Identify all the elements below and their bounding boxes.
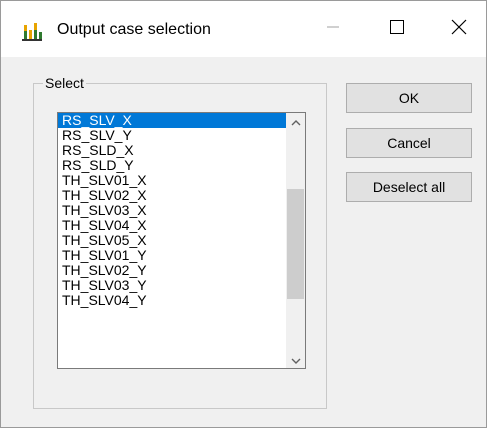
minimize-icon [327,20,339,38]
title-bar[interactable]: Output case selection [1,1,486,57]
list-item[interactable]: RS_SLV_X [58,113,287,128]
list-item[interactable]: RS_SLV_Y [58,128,287,143]
window-title: Output case selection [57,21,211,38]
output-case-listbox[interactable]: RS_SLV_X RS_SLV_Y RS_SLD_X RS_SLD_Y TH_SLV01… [57,112,306,369]
list-item[interactable]: RS_SLD_X [58,143,287,158]
list-item[interactable]: TH_SLV05_X [58,233,287,248]
list-items: RS_SLV_X RS_SLV_Y RS_SLD_X RS_SLD_Y TH_SLV01… [58,113,287,368]
close-button[interactable] [431,1,487,57]
list-item[interactable]: TH_SLV01_Y [58,248,287,263]
list-item[interactable]: TH_SLV02_X [58,188,287,203]
maximize-icon [390,19,404,39]
chevron-down-icon [291,351,301,369]
scroll-down-button[interactable] [286,351,305,368]
minimize-button[interactable] [305,1,361,57]
deselect-all-button[interactable]: Deselect all [346,172,472,202]
dialog-client-area: Select RS_SLV_X RS_SLV_Y RS_SLD_X RS_SLD_Y T… [1,57,486,427]
ok-button[interactable]: OK [346,83,472,113]
scrollbar-thumb[interactable] [287,189,304,299]
scroll-up-button[interactable] [286,113,305,130]
list-item[interactable]: TH_SLV04_Y [58,293,287,308]
list-item[interactable]: TH_SLV03_Y [58,278,287,293]
select-group-label: Select [43,75,86,91]
bar-chart-icon [21,21,43,41]
list-item[interactable]: TH_SLV04_X [58,218,287,233]
dialog-window: Output case selection Select RS_SLV_X RS_… [0,0,487,428]
close-icon [451,19,467,40]
chevron-up-icon [291,113,301,131]
list-item[interactable]: TH_SLV03_X [58,203,287,218]
vertical-scrollbar[interactable] [286,113,305,368]
list-item[interactable]: TH_SLV01_X [58,173,287,188]
list-item[interactable]: TH_SLV02_Y [58,263,287,278]
list-item[interactable]: RS_SLD_Y [58,158,287,173]
maximize-button[interactable] [369,1,425,57]
cancel-button[interactable]: Cancel [346,128,472,158]
